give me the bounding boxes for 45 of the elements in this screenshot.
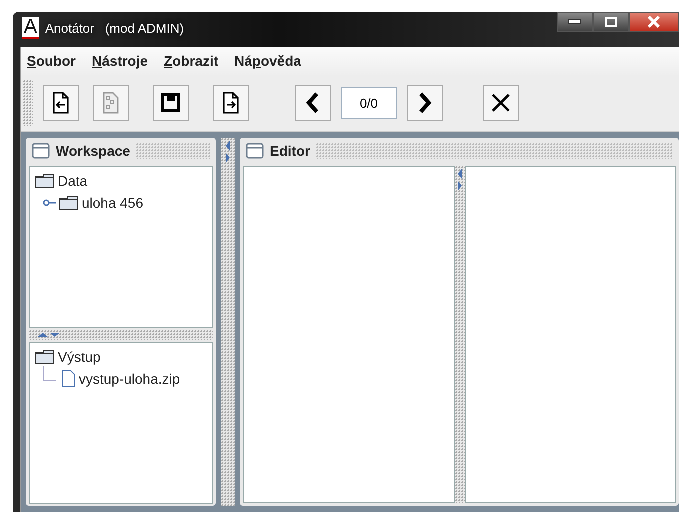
close-button[interactable] [629, 12, 679, 32]
file-icon [62, 370, 76, 388]
tree-item[interactable]: vystup-uloha.zip [62, 368, 180, 390]
menu-item[interactable]: Soubor [27, 53, 76, 69]
next-button[interactable] [407, 85, 443, 121]
menu-item[interactable]: Zobrazit [164, 53, 218, 69]
close-icon [647, 16, 661, 28]
save-button[interactable] [153, 85, 189, 121]
export-button[interactable] [213, 85, 249, 121]
minimize-button[interactable] [557, 12, 593, 32]
chevron-right-icon [418, 92, 432, 114]
header-grip[interactable] [316, 143, 673, 159]
tree-item[interactable]: Výstup [35, 346, 207, 368]
split-arrows-icon[interactable] [37, 332, 61, 338]
structure-button[interactable] [93, 85, 129, 121]
panel-title: Editor [270, 143, 310, 159]
collapsed-node-icon[interactable] [43, 199, 57, 207]
chevron-left-icon [306, 92, 320, 114]
close-icon [491, 93, 511, 113]
window-title: Anotátor (mod ADMIN) [45, 20, 184, 36]
previous-button[interactable] [295, 85, 331, 121]
header-grip[interactable] [136, 143, 210, 159]
toolbar-grip[interactable] [23, 80, 33, 126]
page-counter-field[interactable]: 0/0 [341, 87, 397, 119]
split-arrows-icon[interactable] [225, 140, 231, 164]
close-document-button[interactable] [483, 85, 519, 121]
maximize-icon [605, 17, 617, 27]
tree-item[interactable]: Data [35, 170, 207, 192]
minimize-icon [568, 19, 582, 25]
window-icon [246, 143, 264, 159]
menu-item[interactable]: Nápověda [234, 53, 302, 69]
document-arrow-right-icon [222, 91, 240, 115]
window-icon [32, 143, 50, 159]
document-arrow-left-icon [52, 91, 70, 115]
app-logo: A [22, 17, 40, 39]
folder-icon [35, 350, 55, 364]
panel-title: Workspace [56, 143, 130, 159]
tree-item[interactable]: uloha 456 [59, 192, 144, 214]
folder-icon [35, 174, 55, 188]
menu-item[interactable]: Nástroje [92, 53, 148, 69]
folder-icon [59, 196, 79, 210]
maximize-button[interactable] [593, 12, 629, 32]
document-diagram-icon [102, 91, 120, 115]
import-button[interactable] [43, 85, 79, 121]
split-arrows-icon[interactable] [456, 168, 462, 192]
